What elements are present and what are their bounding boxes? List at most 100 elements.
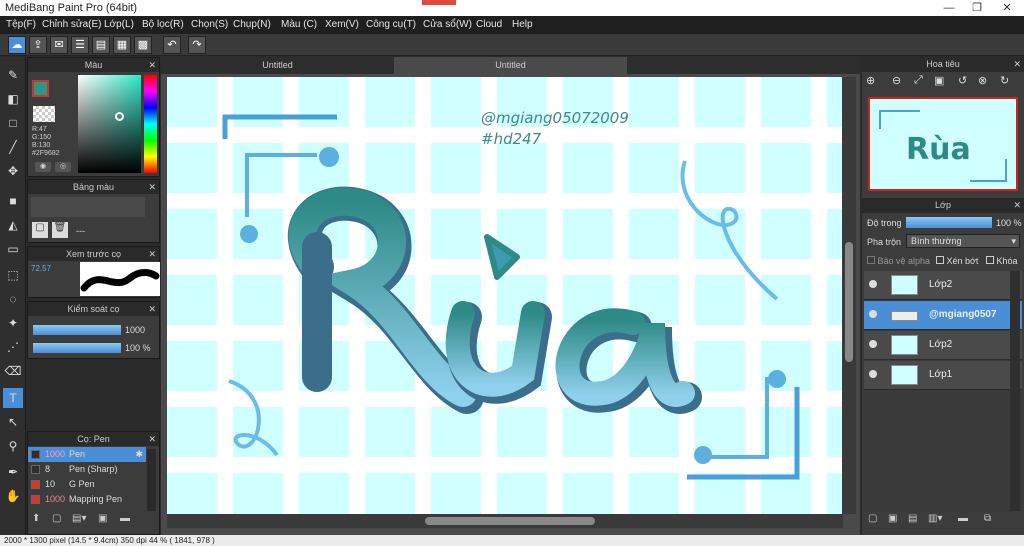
- undo-icon[interactable]: ↶: [163, 36, 181, 54]
- eye-icon[interactable]: [869, 340, 877, 348]
- text-tool-icon[interactable]: T: [3, 388, 23, 408]
- tab-untitled-1[interactable]: Untitled: [161, 57, 394, 74]
- brush-settings-icon[interactable]: ▣: [98, 513, 107, 524]
- menu-color[interactable]: Màu (C): [281, 19, 317, 30]
- reset-color-button[interactable]: ◎: [55, 162, 71, 172]
- hand-tool-icon[interactable]: ✋: [3, 486, 23, 506]
- cloud-brush-icon[interactable]: ⬆: [32, 513, 40, 524]
- document-icon[interactable]: ▤: [92, 36, 110, 54]
- new-layer-8bit-icon[interactable]: ▣: [888, 513, 897, 524]
- redo-icon[interactable]: ↷: [188, 36, 206, 54]
- eye-icon[interactable]: [869, 370, 877, 378]
- zoom-out-icon[interactable]: ⊖: [892, 74, 901, 87]
- menu-window[interactable]: Cửa sổ(W): [423, 19, 472, 30]
- line-tool-icon[interactable]: ╱: [3, 137, 23, 157]
- brush-item[interactable]: 1000 Pen ✱: [28, 447, 146, 462]
- select-tool-icon[interactable]: ⬚: [3, 265, 23, 285]
- close-icon[interactable]: ✕: [148, 180, 156, 194]
- brush-item[interactable]: 8 Pen (Sharp): [28, 462, 146, 477]
- duplicate-layer-icon[interactable]: ⧉: [984, 513, 991, 524]
- layer-opacity-slider[interactable]: [906, 217, 992, 228]
- close-icon[interactable]: ✕: [1013, 57, 1021, 71]
- blend-mode-select[interactable]: Bình thường ▾: [906, 234, 1020, 248]
- horizontal-scrollbar[interactable]: [167, 514, 843, 528]
- palette-swatches[interactable]: [31, 197, 145, 217]
- operation-tool-icon[interactable]: ↖: [3, 412, 23, 432]
- menu-filter[interactable]: Bộ lọc(R): [142, 19, 184, 30]
- vertical-scroll-thumb[interactable]: [845, 242, 853, 362]
- transparent-swatch[interactable]: [33, 106, 55, 122]
- layer-menu-icon[interactable]: ▥▾: [928, 513, 942, 524]
- brush-item[interactable]: 1000 Mapping Pen: [28, 492, 146, 507]
- lock-checkbox[interactable]: [986, 256, 994, 264]
- folder-icon[interactable]: ▬: [120, 513, 130, 524]
- layer-row-selected[interactable]: @mgiang0507: [864, 301, 1022, 330]
- move-tool-icon[interactable]: ✥: [3, 161, 23, 181]
- layer-row[interactable]: Lớp2: [864, 271, 1022, 300]
- menu-edit[interactable]: Chỉnh sửa(E): [42, 19, 102, 30]
- rotate-right-icon[interactable]: ↻: [1000, 74, 1009, 87]
- menu-capture[interactable]: Chụp(N): [233, 19, 271, 30]
- horizontal-scroll-thumb[interactable]: [425, 517, 595, 525]
- close-icon[interactable]: ✕: [148, 247, 156, 261]
- navigator-preview[interactable]: Rùa: [868, 97, 1018, 191]
- upload-icon[interactable]: ⇪: [29, 36, 47, 54]
- add-palette-icon[interactable]: ▢: [32, 222, 48, 238]
- brush-menu-icon[interactable]: ▤▾: [72, 513, 86, 524]
- brush-list-scrollbar[interactable]: [147, 449, 156, 511]
- eyedropper-tool-icon[interactable]: ⚲: [3, 436, 23, 456]
- close-icon[interactable]: ✕: [1013, 198, 1021, 212]
- saturation-value-picker[interactable]: [78, 75, 141, 173]
- gradient-tool-icon[interactable]: ▭: [3, 239, 23, 259]
- eye-icon[interactable]: [869, 280, 877, 288]
- hue-slider[interactable]: [144, 75, 157, 173]
- close-icon[interactable]: ✕: [148, 58, 156, 72]
- eraser-tool-icon[interactable]: ◧: [3, 89, 23, 109]
- tab-untitled-2[interactable]: Untitled: [394, 57, 627, 74]
- menu-layer[interactable]: Lớp(L): [104, 19, 134, 30]
- brush-item[interactable]: 10 G Pen: [28, 477, 146, 492]
- new-layer-1bit-icon[interactable]: ▤: [908, 513, 917, 524]
- comment-icon[interactable]: ✉: [50, 36, 68, 54]
- delete-palette-icon[interactable]: 🗑: [52, 222, 68, 238]
- menu-select[interactable]: Chọn(S): [191, 19, 228, 30]
- panel-icon[interactable]: ▩: [134, 36, 152, 54]
- close-icon[interactable]: ✕: [148, 302, 156, 316]
- cloud-icon[interactable]: ☁: [8, 36, 26, 54]
- new-layer-icon[interactable]: ▢: [868, 513, 877, 524]
- artwork-canvas[interactable]: @mgiang05072009 #hd247: [167, 77, 843, 514]
- layer-row[interactable]: Lớp1: [864, 361, 1022, 390]
- fit-icon[interactable]: ⤢: [914, 74, 923, 87]
- menu-help[interactable]: Help: [512, 19, 533, 30]
- select-pen-icon[interactable]: ⋰: [3, 337, 23, 357]
- brush-tool-icon[interactable]: ✎: [3, 65, 23, 85]
- magic-wand-icon[interactable]: ✦: [3, 313, 23, 333]
- fill-rect-icon[interactable]: ■: [3, 191, 23, 211]
- brush-opacity-slider[interactable]: [33, 343, 121, 353]
- foreground-color-swatch[interactable]: [32, 80, 49, 97]
- close-icon[interactable]: ✕: [148, 432, 156, 446]
- menu-file[interactable]: Tệp(F): [6, 19, 36, 30]
- rotate-left-icon[interactable]: ↺: [958, 74, 967, 87]
- menu-tools[interactable]: Công cụ(T): [366, 19, 416, 30]
- vertical-scrollbar[interactable]: [842, 77, 856, 514]
- brush-size-slider[interactable]: [33, 325, 121, 335]
- clip-checkbox[interactable]: [936, 256, 944, 264]
- actual-size-icon[interactable]: ▣: [934, 74, 944, 87]
- maximize-button[interactable]: ❐: [962, 0, 992, 16]
- protect-alpha-checkbox[interactable]: [867, 256, 875, 264]
- chat-icon[interactable]: ☰: [71, 36, 89, 54]
- zoom-in-icon[interactable]: ⊕: [866, 74, 875, 87]
- bucket-tool-icon[interactable]: ◭: [3, 215, 23, 235]
- close-button[interactable]: ✕: [992, 0, 1022, 16]
- swap-color-button[interactable]: ◉: [35, 162, 51, 172]
- layer-row[interactable]: Lớp2: [864, 331, 1022, 360]
- rectangle-tool-icon[interactable]: □: [3, 113, 23, 133]
- layer-list-scrollbar[interactable]: [1010, 271, 1020, 511]
- grid-icon[interactable]: ▦: [113, 36, 131, 54]
- rotate-reset-icon[interactable]: ⊗: [978, 74, 987, 87]
- menu-cloud[interactable]: Cloud: [476, 19, 502, 30]
- minimize-button[interactable]: —: [934, 0, 964, 16]
- picker-cursor[interactable]: [115, 112, 124, 121]
- gear-icon[interactable]: ✱: [135, 447, 143, 462]
